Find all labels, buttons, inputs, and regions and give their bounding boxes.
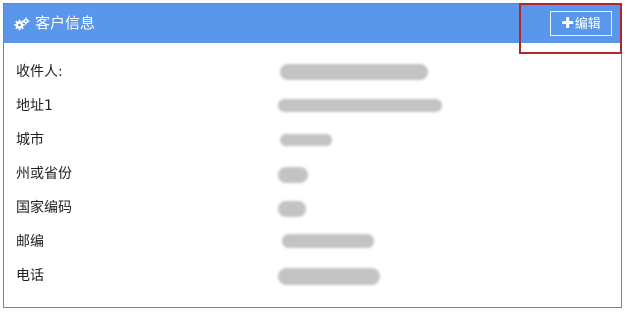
field-row-address1: 地址1 xyxy=(16,96,616,118)
field-label: 邮编 xyxy=(16,234,44,250)
panel-title: 客户信息 xyxy=(35,14,96,32)
redacted-value xyxy=(280,64,428,80)
field-row-recipient: 收件人: xyxy=(16,62,616,84)
redacted-value xyxy=(278,167,308,183)
field-row-city: 城市 xyxy=(16,130,616,152)
redacted-value xyxy=(280,134,332,146)
field-row-country-code: 国家编码 xyxy=(16,198,616,220)
customer-info-panel: 客户信息 ✚编辑 收件人: 地址1 城市 州或省份 国家编码 邮编 电话 xyxy=(3,3,622,308)
field-label: 收件人: xyxy=(16,64,63,80)
redacted-value xyxy=(282,234,374,248)
field-row-state: 州或省份 xyxy=(16,164,616,186)
panel-header: 客户信息 ✚编辑 xyxy=(4,4,621,43)
field-label: 城市 xyxy=(16,132,44,148)
field-row-phone: 电话 xyxy=(16,266,616,288)
field-row-postcode: 邮编 xyxy=(16,232,616,254)
edit-button[interactable]: ✚编辑 xyxy=(550,11,612,36)
redacted-value xyxy=(278,201,306,217)
redacted-value xyxy=(278,99,442,112)
field-label: 电话 xyxy=(16,268,44,284)
redacted-value xyxy=(278,268,380,285)
field-label: 州或省份 xyxy=(16,166,72,182)
field-label: 地址1 xyxy=(16,98,53,114)
plus-icon: ✚ xyxy=(561,14,574,32)
field-label: 国家编码 xyxy=(16,200,72,216)
gears-icon xyxy=(14,16,30,31)
edit-button-label: 编辑 xyxy=(574,17,601,32)
